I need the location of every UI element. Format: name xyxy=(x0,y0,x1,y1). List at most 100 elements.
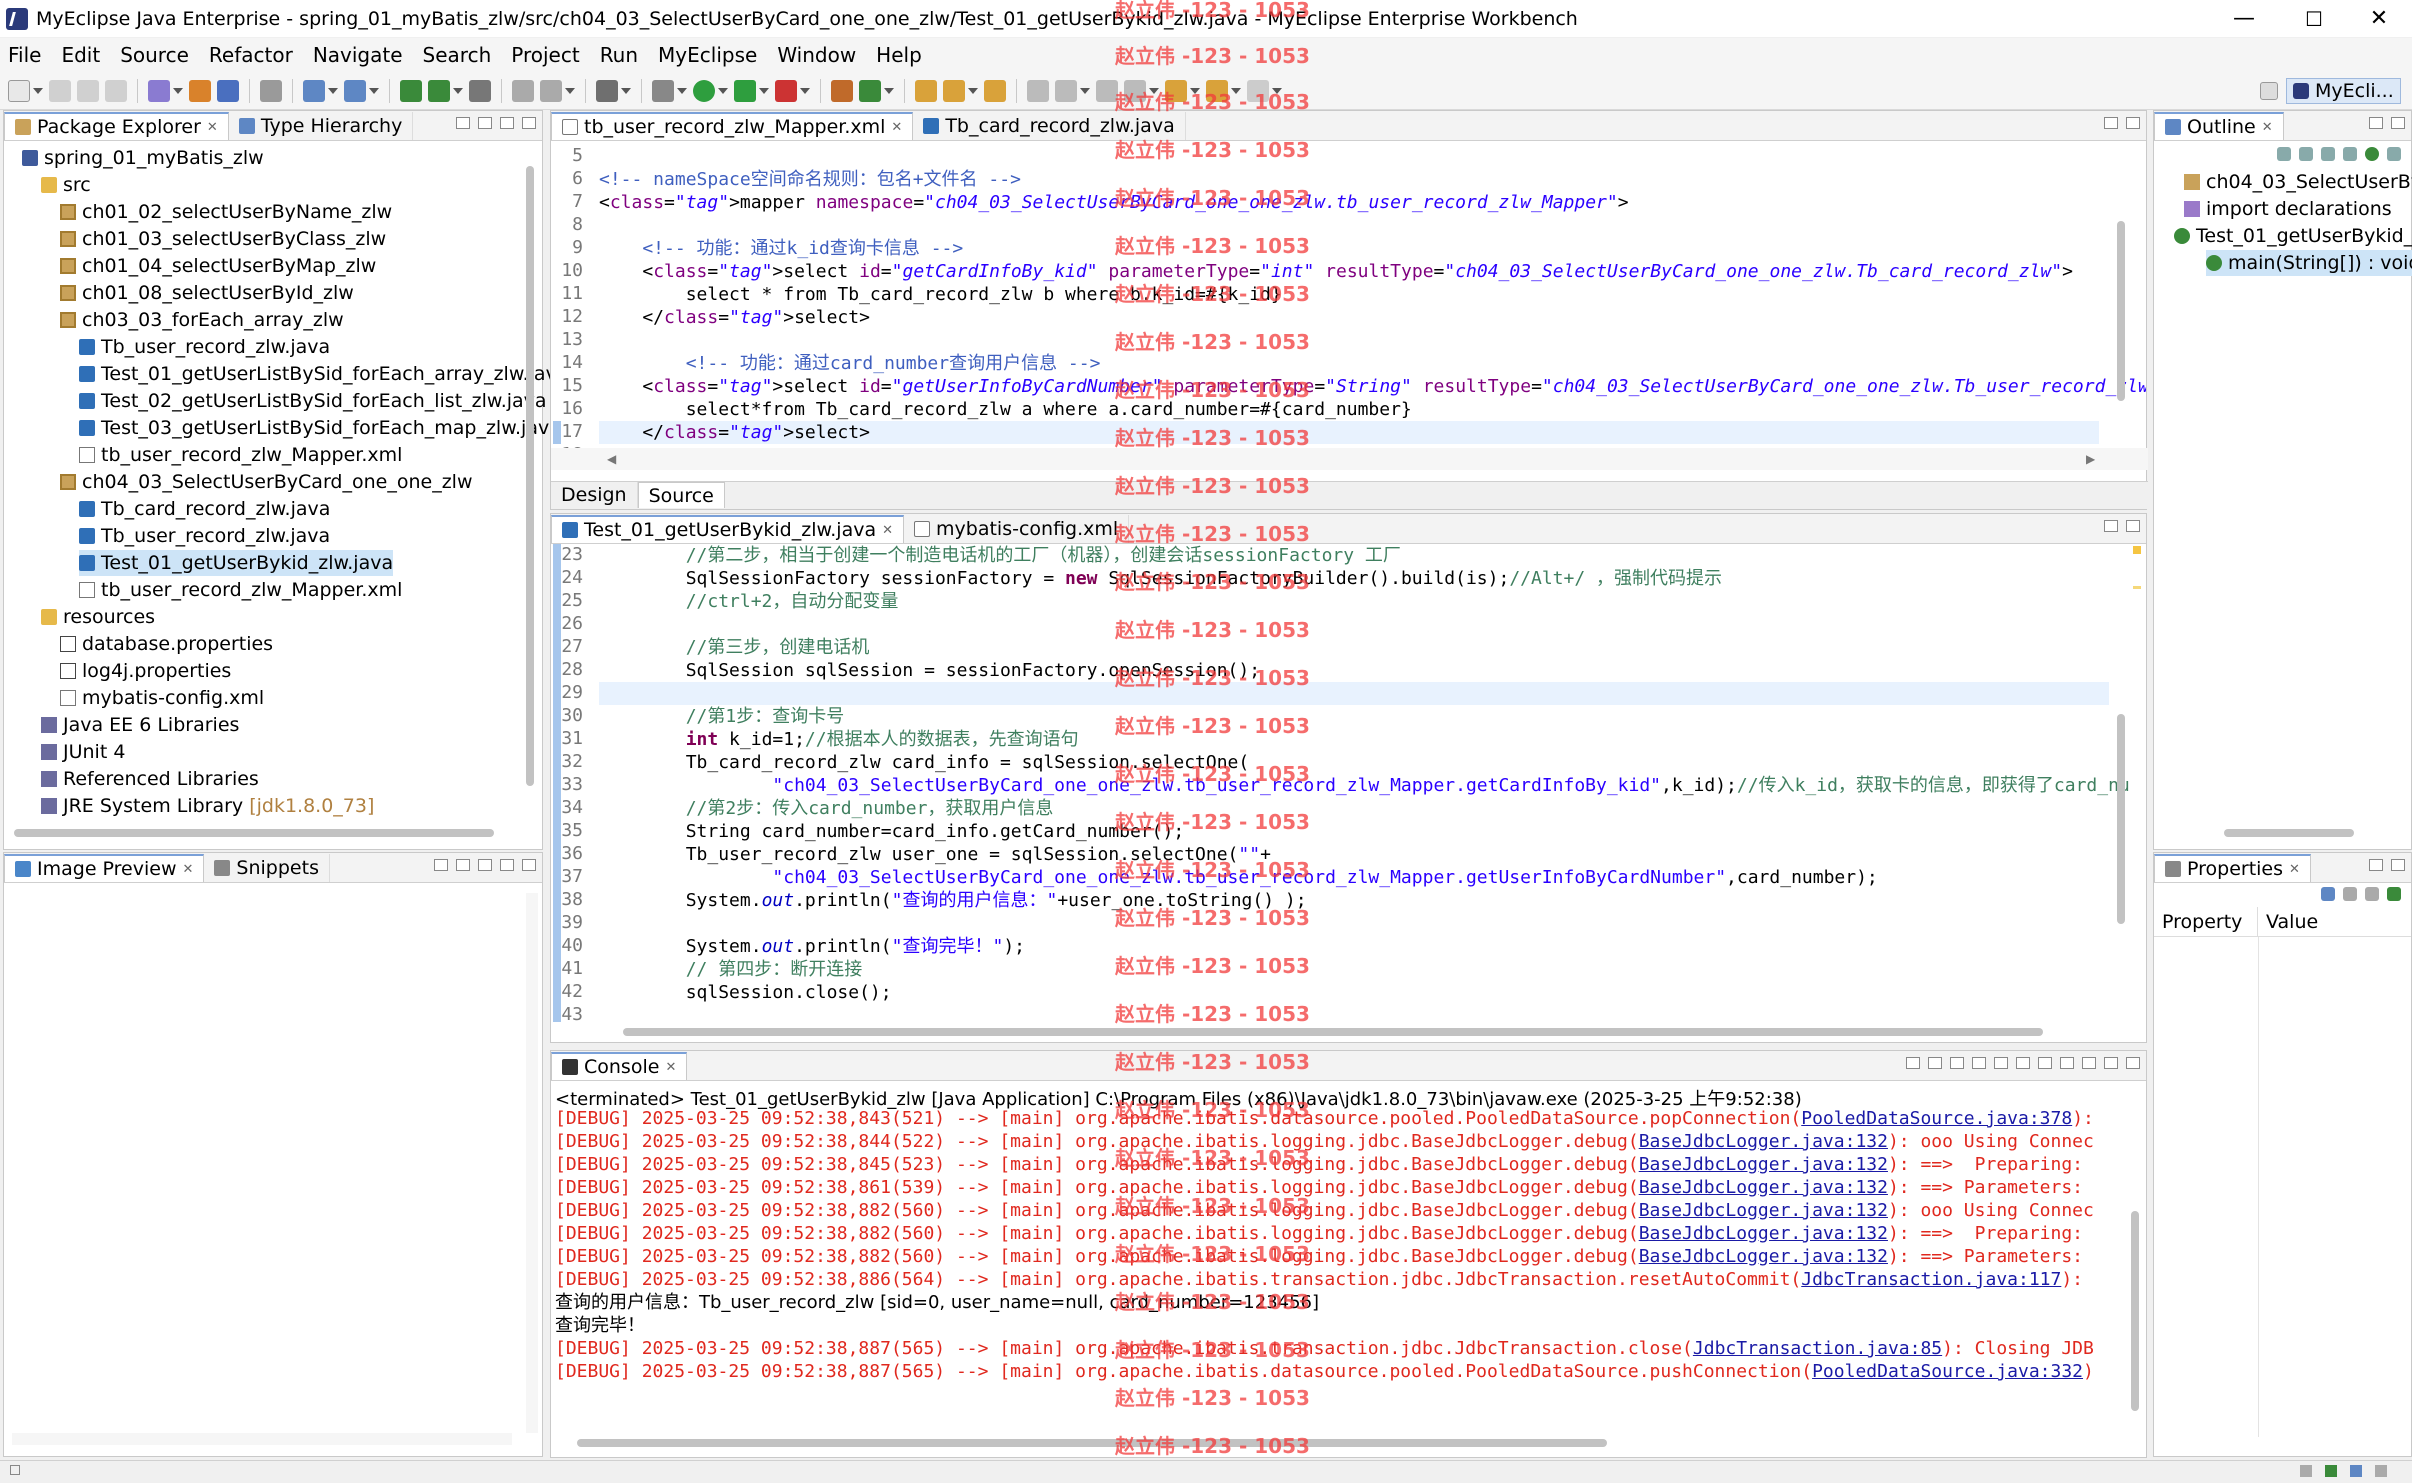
open-console-icon[interactable] xyxy=(2082,1057,2096,1069)
deploy-icon[interactable] xyxy=(189,79,211,102)
tree-item[interactable]: tb_user_record_zlw_Mapper.xml xyxy=(79,577,402,603)
terminate-icon[interactable] xyxy=(1906,1057,1920,1069)
tree-item[interactable]: resources xyxy=(41,604,155,630)
close-window-button[interactable]: ✕ xyxy=(2345,0,2412,37)
outline-hscroll[interactable] xyxy=(2224,829,2354,837)
minimize-view-icon[interactable] xyxy=(2369,859,2383,871)
pin-icon[interactable] xyxy=(2387,887,2401,901)
perspective-myeclipse-button[interactable]: MyEcli... xyxy=(2286,78,2401,104)
menu-refactor[interactable]: Refactor xyxy=(201,43,305,67)
new-class-icon[interactable] xyxy=(859,79,881,102)
external-tools-icon[interactable] xyxy=(596,79,618,102)
display-console-icon[interactable] xyxy=(2060,1057,2074,1069)
tab-source[interactable]: Source xyxy=(637,482,725,508)
tree-item[interactable]: Tb_user_record_zlw.java xyxy=(79,523,330,549)
filter-icon[interactable] xyxy=(2343,887,2357,901)
prev-annotation-icon[interactable] xyxy=(1055,79,1077,102)
close-tab-icon[interactable]: ✕ xyxy=(2262,120,2273,135)
debug-icon[interactable] xyxy=(734,79,756,102)
zoom-in-icon[interactable] xyxy=(434,859,448,871)
tree-item[interactable]: Tb_card_record_zlw.java xyxy=(79,496,330,522)
tree-item[interactable]: ch03_03_forEach_array_zlw xyxy=(60,307,344,333)
annotation-dropdown-icon[interactable] xyxy=(1080,87,1090,94)
xml-code-area[interactable]: 5 6 <!-- nameSpace空间命名规则：包名+文件名 --> 7 <class… xyxy=(551,141,2146,459)
external-tools-dropdown-icon[interactable] xyxy=(621,87,631,94)
sort-icon[interactable] xyxy=(2299,147,2313,161)
pen-dropdown-icon[interactable] xyxy=(968,87,978,94)
tab-image-preview[interactable]: Image Preview ✕ xyxy=(4,854,205,882)
zoom-out-icon[interactable] xyxy=(456,859,470,871)
link-editor-icon[interactable] xyxy=(478,117,492,129)
new-web-project-icon[interactable] xyxy=(148,79,170,102)
save-all-icon[interactable] xyxy=(77,79,99,102)
java-editor-hscroll[interactable] xyxy=(623,1028,2043,1036)
source-link[interactable]: JdbcTransaction.java:117 xyxy=(1801,1269,2061,1290)
open-type-icon[interactable] xyxy=(260,79,282,102)
console-vscroll[interactable] xyxy=(2131,1211,2139,1411)
maximize-view-icon[interactable] xyxy=(522,117,536,129)
hide-fields-icon[interactable] xyxy=(2321,147,2335,161)
source-link[interactable]: BaseJdbcLogger.java:132 xyxy=(1639,1223,1888,1244)
maximize-button[interactable]: ☐ xyxy=(2280,0,2348,37)
tree-item[interactable]: ch01_04_selectUserByMap_zlw xyxy=(60,253,376,279)
minimize-view-icon[interactable] xyxy=(500,859,514,871)
tab-snippets[interactable]: Snippets xyxy=(204,854,330,882)
close-tab-icon[interactable]: ✕ xyxy=(183,862,194,877)
annotation-icon[interactable] xyxy=(984,79,1006,102)
word-wrap-icon[interactable] xyxy=(1994,1057,2008,1069)
image-preview-hscrollbar[interactable] xyxy=(12,1433,512,1445)
scroll-left-icon[interactable]: ◀ xyxy=(607,452,616,466)
tree-item[interactable]: ch01_03_selectUserByClass_zlw xyxy=(60,226,386,252)
property-column-header[interactable]: Property xyxy=(2154,907,2258,936)
maximize-view-icon[interactable] xyxy=(2391,117,2405,129)
tree-item[interactable]: ch01_02_selectUserByName_zlw xyxy=(60,199,392,225)
print-icon[interactable] xyxy=(105,79,127,102)
menu-help[interactable]: Help xyxy=(868,43,934,67)
new-java-package-icon[interactable] xyxy=(400,79,422,102)
outline-item[interactable]: ch04_03_SelectUserByC xyxy=(2184,169,2412,195)
menu-window[interactable]: Window xyxy=(769,43,868,67)
new-icon[interactable] xyxy=(8,79,30,102)
tree-item[interactable]: Tb_user_record_zlw.java xyxy=(79,334,330,360)
tab-properties[interactable]: Properties ✕ xyxy=(2154,854,2311,882)
debug-dropdown-icon[interactable] xyxy=(759,87,769,94)
xml-editor-vscroll[interactable] xyxy=(2117,221,2125,401)
source-link[interactable]: BaseJdbcLogger.java:132 xyxy=(1639,1177,1888,1198)
tab-design[interactable]: Design xyxy=(551,482,638,508)
tab-package-explorer[interactable]: Package Explorer ✕ xyxy=(4,112,229,140)
pen-icon[interactable] xyxy=(943,79,965,102)
collapse-all-icon[interactable] xyxy=(2277,147,2291,161)
value-column-header[interactable]: Value xyxy=(2258,907,2326,936)
remove-all-icon[interactable] xyxy=(1950,1057,1964,1069)
pin-console-icon[interactable] xyxy=(2038,1057,2052,1069)
xml-editor-hscroll[interactable]: ◀ ▶ xyxy=(551,448,2148,470)
tree-item[interactable]: Test_02_getUserListBySid_forEach_list_zl… xyxy=(79,388,547,414)
close-tab-icon[interactable]: ✕ xyxy=(882,523,893,538)
source-link[interactable]: BaseJdbcLogger.java:132 xyxy=(1639,1200,1888,1221)
tree-item[interactable]: log4j.properties xyxy=(60,658,231,684)
run-dropdown-icon[interactable] xyxy=(718,87,728,94)
close-tab-icon[interactable]: ✕ xyxy=(665,1060,676,1075)
tab-mybatis-config[interactable]: mybatis-config.xml xyxy=(904,515,1130,543)
new-class-menu-dropdown-icon[interactable] xyxy=(884,87,894,94)
team-dropdown-icon[interactable] xyxy=(328,87,338,94)
hide-nonpublic-icon[interactable] xyxy=(2365,147,2379,161)
coverage-icon[interactable] xyxy=(775,79,797,102)
categories-icon[interactable] xyxy=(2321,887,2335,901)
outline-item[interactable]: main(String[]) : void xyxy=(2206,250,2412,276)
console-hscroll[interactable] xyxy=(577,1439,1607,1447)
package-explorer-hscrollbar[interactable] xyxy=(14,829,494,837)
menu-edit[interactable]: Edit xyxy=(53,43,112,67)
new-dropdown-icon[interactable] xyxy=(33,87,43,94)
outline-item[interactable]: import declarations xyxy=(2184,196,2392,222)
outline-item[interactable]: Test_01_getUserBykid_z xyxy=(2174,223,2412,249)
minimize-button[interactable]: — xyxy=(2210,0,2278,37)
java-code-area[interactable]: 23 //第二步，相当于创建一个制造电话机的工厂（机器），创建会话session… xyxy=(551,544,2146,1022)
debug-settings-icon[interactable] xyxy=(652,79,674,102)
source-link[interactable]: BaseJdbcLogger.java:132 xyxy=(1639,1246,1888,1267)
hide-local-types-icon[interactable] xyxy=(2387,147,2401,161)
team-icon[interactable] xyxy=(303,79,325,102)
maximize-view-icon[interactable] xyxy=(2126,1057,2140,1069)
tree-item[interactable]: Referenced Libraries xyxy=(41,766,259,792)
source-link[interactable]: JdbcTransaction.java:85 xyxy=(1693,1338,1942,1359)
